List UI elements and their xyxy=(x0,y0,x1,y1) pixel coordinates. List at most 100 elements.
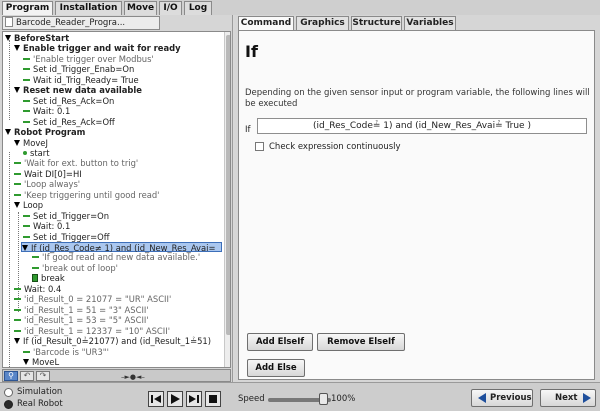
page-title: If xyxy=(245,42,258,61)
tree-node[interactable]: 'Barcode is "UR3"' xyxy=(23,347,109,357)
tree-node-label: 'Enable trigger over Modbus' xyxy=(33,53,154,64)
tab-program[interactable]: Program xyxy=(2,1,53,15)
tree-node[interactable]: BeforeStart xyxy=(5,33,69,43)
tab-installation[interactable]: Installation xyxy=(55,1,122,15)
tree-node-label: Set id_Trigger_Enab=On xyxy=(33,64,135,75)
redo-icon[interactable]: ↷ xyxy=(36,371,50,381)
tree-node[interactable]: Set id_Trigger_Enab=On xyxy=(23,64,134,74)
play-button[interactable] xyxy=(167,391,183,407)
tree-collapse-handle-icon[interactable]: –►●◄– xyxy=(121,373,145,381)
tree-node-label: 'id_Result_1 = 12337 = "10" ASCII' xyxy=(24,325,171,336)
tree-node[interactable]: start xyxy=(23,148,50,158)
tab-structure[interactable]: Structure xyxy=(351,16,402,30)
program-file-tab[interactable]: Barcode_Reader_Progra... xyxy=(2,16,160,30)
skip-back-icon xyxy=(151,395,161,403)
tree-node[interactable]: Set id_Trigger=Off xyxy=(23,232,110,242)
expand-triangle-icon xyxy=(14,87,20,94)
expand-triangle-icon xyxy=(5,129,11,136)
skip-back-button[interactable] xyxy=(148,391,164,407)
program-line-icon xyxy=(23,57,30,60)
add-else-button[interactable]: Add Else xyxy=(247,359,305,377)
tree-node-label: MoveL xyxy=(32,356,60,367)
tree-node[interactable]: Reset new data available xyxy=(14,85,142,95)
tree-node-label: 'id_Result_1 = 51 = "3" ASCII' xyxy=(24,304,149,315)
tree-toolbar: ⚲ ↶ ↷ –►●◄– xyxy=(2,369,231,382)
tree-node[interactable]: MoveL xyxy=(23,357,59,367)
tree-node[interactable]: 'id_Result_1 = 12337 = "10" ASCII' xyxy=(14,326,170,336)
if-expression-field[interactable]: (id_Res_Code≟ 1) and (id_New_Res_Avai≟ T… xyxy=(257,118,587,134)
real-robot-label: Real Robot xyxy=(17,399,63,409)
remove-elseif-button[interactable]: Remove ElseIf xyxy=(317,333,405,351)
tab-log[interactable]: Log xyxy=(184,1,212,15)
tree-node-label: 'If good read and new data available.' xyxy=(42,252,201,263)
tree-node[interactable]: 'break out of loop' xyxy=(32,263,118,273)
command-content: If Depending on the given sensor input o… xyxy=(238,30,595,380)
program-line-icon xyxy=(14,319,21,322)
tree-node[interactable]: 'Enable trigger over Modbus' xyxy=(23,54,154,64)
tree-node[interactable]: 'Wait for ext. button to trig' xyxy=(14,158,138,168)
program-tree[interactable]: BeforeStart Enable trigger and wait for r… xyxy=(2,31,231,368)
tree-node-label: Set id_Trigger=On xyxy=(33,210,110,221)
tree-node[interactable]: 'If good read and new data available.' xyxy=(32,252,200,262)
tree-node[interactable]: break xyxy=(32,273,65,283)
program-line-icon xyxy=(14,298,21,301)
undo-icon[interactable]: ↶ xyxy=(20,371,34,381)
tree-node-label: 'Wait for ext. button to trig' xyxy=(24,158,139,169)
tree-node[interactable]: Set id_Res_Ack=Off xyxy=(23,117,115,127)
tree-node[interactable]: Set id_Trigger=On xyxy=(23,211,109,221)
tree-node-selected[interactable]: If (id_Res_Code≠ 1) and (id_New_Res_Avai… xyxy=(21,242,222,253)
tree-scrollbar[interactable] xyxy=(224,32,230,367)
expand-triangle-icon xyxy=(22,245,28,251)
break-icon xyxy=(32,274,38,283)
tree-node[interactable]: 'id_Result_1 = 51 = "3" ASCII' xyxy=(14,305,149,315)
skip-forward-icon xyxy=(189,395,199,403)
tree-node-label: Wait: 0.4 xyxy=(24,283,62,294)
tab-graphics[interactable]: Graphics xyxy=(296,16,349,30)
tree-node-label: Reset new data available xyxy=(23,85,142,96)
tree-node[interactable]: 'Keep triggering until good read' xyxy=(14,190,159,200)
program-file-name: Barcode_Reader_Progra... xyxy=(16,18,126,28)
tree-node[interactable]: 'Loop always' xyxy=(14,179,80,189)
tree-node[interactable]: Wait: 0.1 xyxy=(23,106,70,116)
tree-node-label: MoveJ xyxy=(23,137,48,148)
speed-slider-handle[interactable] xyxy=(319,393,328,405)
tree-node-label: break xyxy=(41,273,65,284)
simulation-radio[interactable] xyxy=(4,388,13,397)
program-tree-panel: Barcode_Reader_Progra... BeforeStart Enab… xyxy=(0,15,233,382)
stop-button[interactable] xyxy=(205,391,221,407)
tree-node[interactable]: Loop xyxy=(14,200,43,210)
step-forward-button[interactable] xyxy=(186,391,202,407)
tab-command[interactable]: Command xyxy=(238,16,294,30)
tree-scrollbar-thumb[interactable] xyxy=(226,35,230,335)
tree-node[interactable]: 'id_Result_1 = 53 = "5" ASCII' xyxy=(14,315,149,325)
speed-value: 100% xyxy=(331,394,356,404)
tree-node[interactable]: Wait id_Trig_Ready= True xyxy=(23,75,139,85)
tab-move[interactable]: Move xyxy=(124,1,157,15)
command-description: Depending on the given sensor input or p… xyxy=(245,88,590,109)
tree-node[interactable]: Enable trigger and wait for ready xyxy=(14,43,181,53)
check-continuously-checkbox[interactable] xyxy=(255,142,264,151)
arrow-right-icon xyxy=(583,393,591,403)
search-icon[interactable]: ⚲ xyxy=(4,371,18,381)
tab-io[interactable]: I/O xyxy=(159,1,182,15)
program-line-icon xyxy=(23,99,30,102)
tree-node[interactable]: 'id_Result_0 = 21077 = "UR" ASCII' xyxy=(14,294,171,304)
play-icon xyxy=(171,394,180,404)
previous-button[interactable]: Previous xyxy=(471,389,533,407)
tree-node[interactable]: Wait: 0.1 xyxy=(23,221,70,231)
command-panel: Command Graphics Structure Variables If … xyxy=(234,15,600,382)
tree-node[interactable]: Robot Program xyxy=(5,127,85,137)
tree-node[interactable]: Wait: 0.4 xyxy=(14,284,61,294)
program-line-icon xyxy=(23,225,30,228)
tree-node[interactable]: If (id_Result_0≟21077) and (id_Result_1≟… xyxy=(14,336,211,346)
tree-node[interactable]: Wait DI[0]=HI xyxy=(14,169,82,179)
tree-node-label: Loop xyxy=(23,200,44,211)
tree-node[interactable]: Set id_Res_Ack=On xyxy=(23,96,114,106)
real-robot-radio[interactable] xyxy=(4,400,13,409)
expand-triangle-icon xyxy=(14,202,20,209)
next-button[interactable]: Next xyxy=(540,389,596,407)
tree-node[interactable]: MoveJ xyxy=(14,138,48,148)
tree-node-label: Robot Program xyxy=(14,127,86,138)
tab-variables[interactable]: Variables xyxy=(404,16,456,30)
add-elseif-button[interactable]: Add ElseIf xyxy=(247,333,313,351)
